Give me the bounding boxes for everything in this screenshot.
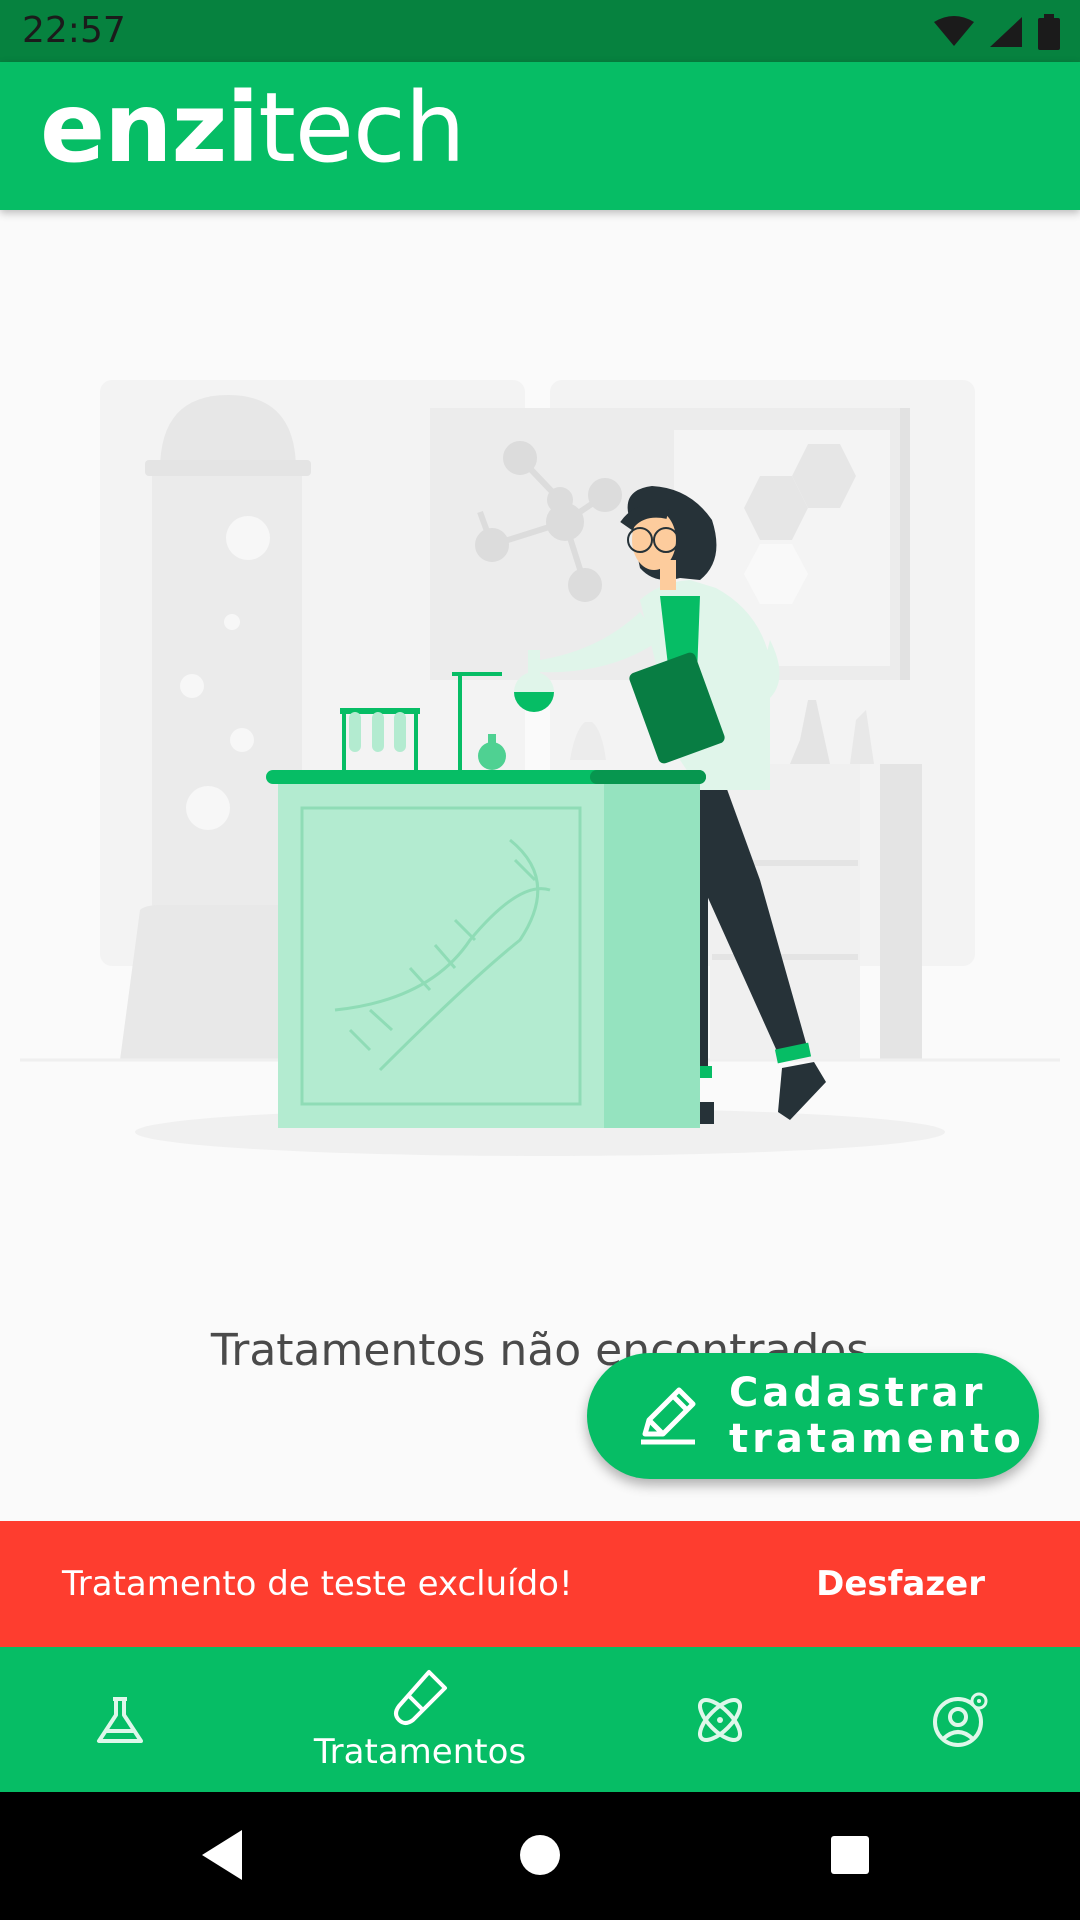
system-navigation-bar (0, 1792, 1080, 1920)
bottom-navigation: Tratamentos (0, 1647, 1080, 1792)
recents-icon[interactable] (815, 1820, 885, 1890)
status-time: 22:57 (22, 10, 126, 51)
fab-label: Cadastrar tratamento (729, 1370, 1025, 1462)
undo-button[interactable]: Desfazer (816, 1564, 985, 1604)
signal-icon (990, 17, 1022, 47)
battery-icon (1038, 14, 1060, 50)
home-icon[interactable] (505, 1820, 575, 1890)
wifi-icon (934, 16, 974, 46)
nav-item-experiments[interactable] (20, 1647, 220, 1792)
back-icon[interactable] (190, 1820, 260, 1890)
nav-item-profile-settings[interactable] (860, 1647, 1060, 1792)
test-tube-icon (394, 1669, 447, 1725)
add-treatment-fab[interactable]: Cadastrar tratamento (587, 1353, 1039, 1479)
nav-label-treatments: Tratamentos (313, 1731, 527, 1772)
atom-icon (698, 1697, 742, 1742)
nav-item-treatments[interactable]: Tratamentos (314, 1647, 526, 1792)
nav-item-enzymes[interactable] (620, 1647, 820, 1792)
flask-icon (97, 1696, 143, 1743)
empty-state-illustration (20, 380, 1060, 1156)
status-icons (934, 14, 1060, 50)
status-bar: 22:57 (0, 0, 1080, 62)
app-logo: enzitech (40, 80, 466, 176)
logo-bold: enzi (40, 72, 259, 184)
user-settings-icon (933, 1692, 988, 1747)
snackbar-message: Tratamento de teste excluído! (62, 1564, 573, 1604)
snackbar: Tratamento de teste excluído! Desfazer (0, 1521, 1080, 1647)
app-bar: enzitech (0, 62, 1080, 210)
pencil-icon (641, 1387, 696, 1445)
logo-light: tech (258, 72, 465, 184)
